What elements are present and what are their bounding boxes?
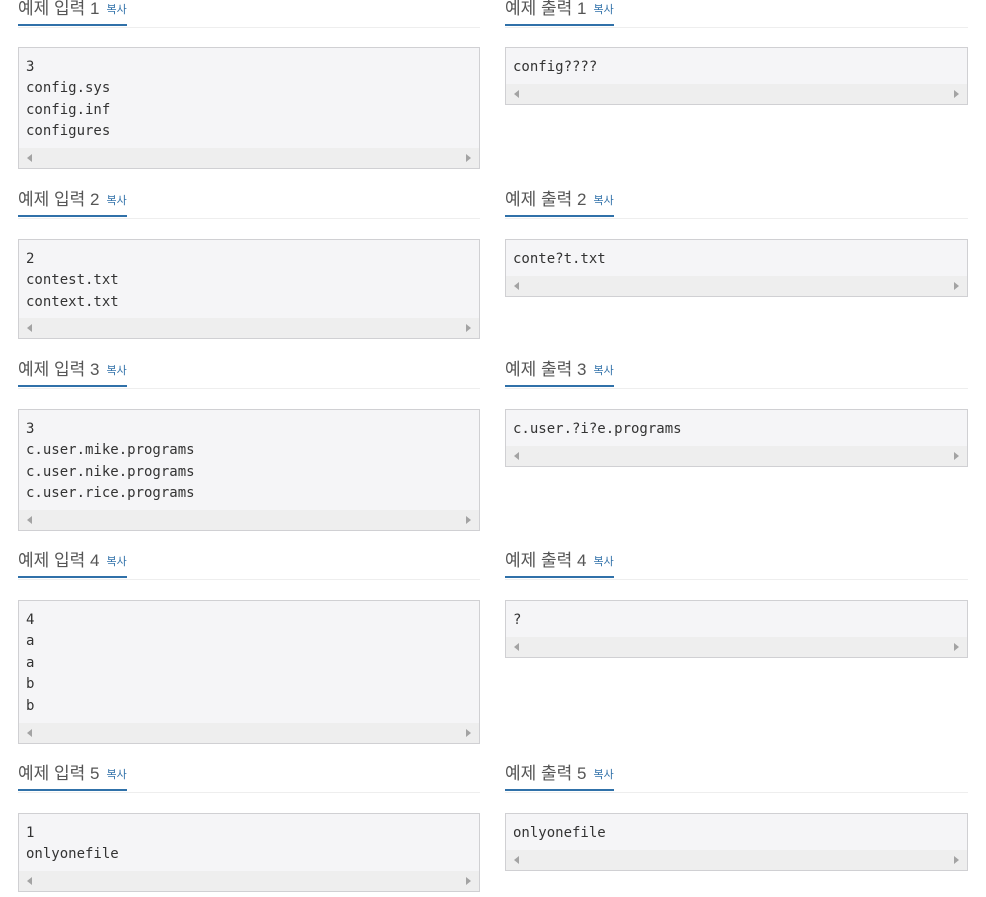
sample-output-4-header: 예제 출력 4 복사 <box>505 552 968 580</box>
sample-output-1-box[interactable]: config???? <box>505 47 968 105</box>
sample-input-4-title-wrap: 예제 입력 4 복사 <box>18 552 127 578</box>
sample-input-4-text: 4 a a b b <box>26 612 35 714</box>
sample-input-1-title: 예제 입력 1 <box>18 0 100 18</box>
sample-input-4-header: 예제 입력 4 복사 <box>18 552 480 580</box>
scroll-left-icon[interactable] <box>514 90 519 98</box>
copy-button[interactable]: 복사 <box>106 195 126 207</box>
copy-button[interactable]: 복사 <box>593 556 613 568</box>
sample-output-1-title-wrap: 예제 출력 1 복사 <box>505 0 614 26</box>
sample-output-1-text: config???? <box>513 59 598 75</box>
horizontal-scrollbar[interactable] <box>19 723 479 743</box>
scroll-right-icon[interactable] <box>466 877 471 885</box>
scroll-left-icon[interactable] <box>514 452 519 460</box>
sample-input-1-text: 3 config.sys config.inf configures <box>26 59 111 140</box>
sample-output-1-header: 예제 출력 1 복사 <box>505 0 968 28</box>
sample-output-5-header: 예제 출력 5 복사 <box>505 765 968 793</box>
sample-output-4-title: 예제 출력 4 <box>505 551 587 570</box>
copy-button[interactable]: 복사 <box>106 4 126 16</box>
scroll-right-icon[interactable] <box>954 282 959 290</box>
sample-output-5-box[interactable]: onlyonefile <box>505 813 968 871</box>
sample-input-3-header: 예제 입력 3 복사 <box>18 361 480 389</box>
sample-input-2-box[interactable]: 2 contest.txt context.txt <box>18 239 480 339</box>
sample-input-5-text: 1 onlyonefile <box>26 825 119 863</box>
horizontal-scrollbar[interactable] <box>506 276 967 296</box>
sample-input-1-title-wrap: 예제 입력 1 복사 <box>18 0 127 26</box>
sample-input-2-text: 2 contest.txt context.txt <box>26 251 119 310</box>
sample-output-3-text: c.user.?i?e.programs <box>513 421 682 437</box>
scroll-right-icon[interactable] <box>466 154 471 162</box>
scroll-right-icon[interactable] <box>954 452 959 460</box>
horizontal-scrollbar[interactable] <box>506 637 967 657</box>
horizontal-scrollbar[interactable] <box>19 510 479 530</box>
sample-input-2-title-wrap: 예제 입력 2 복사 <box>18 191 127 217</box>
sample-output-2-header: 예제 출력 2 복사 <box>505 191 968 219</box>
scroll-left-icon[interactable] <box>514 643 519 651</box>
sample-input-1-box[interactable]: 3 config.sys config.inf configures <box>18 47 480 169</box>
horizontal-scrollbar[interactable] <box>506 84 967 104</box>
sample-output-2-box[interactable]: conte?t.txt <box>505 239 968 297</box>
copy-button[interactable]: 복사 <box>106 769 126 781</box>
sample-input-1-header: 예제 입력 1 복사 <box>18 0 480 28</box>
sample-input-2-title: 예제 입력 2 <box>18 190 100 209</box>
sample-input-4-box[interactable]: 4 a a b b <box>18 600 480 744</box>
copy-button[interactable]: 복사 <box>593 4 613 16</box>
scroll-left-icon[interactable] <box>27 516 32 524</box>
sample-output-4-box[interactable]: ? <box>505 600 968 658</box>
sample-input-3-text: 3 c.user.mike.programs c.user.nike.progr… <box>26 421 195 502</box>
horizontal-scrollbar[interactable] <box>506 446 967 466</box>
sample-input-5-title-wrap: 예제 입력 5 복사 <box>18 765 127 791</box>
copy-button[interactable]: 복사 <box>593 769 613 781</box>
scroll-right-icon[interactable] <box>954 856 959 864</box>
sample-input-5-header: 예제 입력 5 복사 <box>18 765 480 793</box>
scroll-right-icon[interactable] <box>466 729 471 737</box>
scroll-right-icon[interactable] <box>466 324 471 332</box>
scroll-left-icon[interactable] <box>27 729 32 737</box>
copy-button[interactable]: 복사 <box>106 556 126 568</box>
horizontal-scrollbar[interactable] <box>506 850 967 870</box>
horizontal-scrollbar[interactable] <box>19 871 479 891</box>
copy-button[interactable]: 복사 <box>593 195 613 207</box>
sample-output-2-title: 예제 출력 2 <box>505 190 587 209</box>
scroll-left-icon[interactable] <box>27 877 32 885</box>
scroll-right-icon[interactable] <box>466 516 471 524</box>
sample-output-5-title: 예제 출력 5 <box>505 764 587 783</box>
sample-output-4-title-wrap: 예제 출력 4 복사 <box>505 552 614 578</box>
copy-button[interactable]: 복사 <box>593 365 613 377</box>
sample-input-5-box[interactable]: 1 onlyonefile <box>18 813 480 892</box>
scroll-left-icon[interactable] <box>27 154 32 162</box>
scroll-right-icon[interactable] <box>954 643 959 651</box>
scroll-right-icon[interactable] <box>954 90 959 98</box>
sample-output-3-title: 예제 출력 3 <box>505 360 587 379</box>
sample-output-2-text: conte?t.txt <box>513 251 606 267</box>
sample-output-2-title-wrap: 예제 출력 2 복사 <box>505 191 614 217</box>
scroll-left-icon[interactable] <box>514 282 519 290</box>
sample-output-5-title-wrap: 예제 출력 5 복사 <box>505 765 614 791</box>
sample-input-3-title-wrap: 예제 입력 3 복사 <box>18 361 127 387</box>
sample-output-1-title: 예제 출력 1 <box>505 0 587 18</box>
copy-button[interactable]: 복사 <box>106 365 126 377</box>
sample-input-3-box[interactable]: 3 c.user.mike.programs c.user.nike.progr… <box>18 409 480 531</box>
sample-output-4-text: ? <box>513 612 522 628</box>
sample-output-3-title-wrap: 예제 출력 3 복사 <box>505 361 614 387</box>
scroll-left-icon[interactable] <box>514 856 519 864</box>
sample-output-3-header: 예제 출력 3 복사 <box>505 361 968 389</box>
sample-output-3-box[interactable]: c.user.?i?e.programs <box>505 409 968 467</box>
horizontal-scrollbar[interactable] <box>19 318 479 338</box>
scroll-left-icon[interactable] <box>27 324 32 332</box>
sample-input-4-title: 예제 입력 4 <box>18 551 100 570</box>
sample-input-2-header: 예제 입력 2 복사 <box>18 191 480 219</box>
horizontal-scrollbar[interactable] <box>19 148 479 168</box>
sample-output-5-text: onlyonefile <box>513 825 606 841</box>
sample-input-3-title: 예제 입력 3 <box>18 360 100 379</box>
sample-input-5-title: 예제 입력 5 <box>18 764 100 783</box>
